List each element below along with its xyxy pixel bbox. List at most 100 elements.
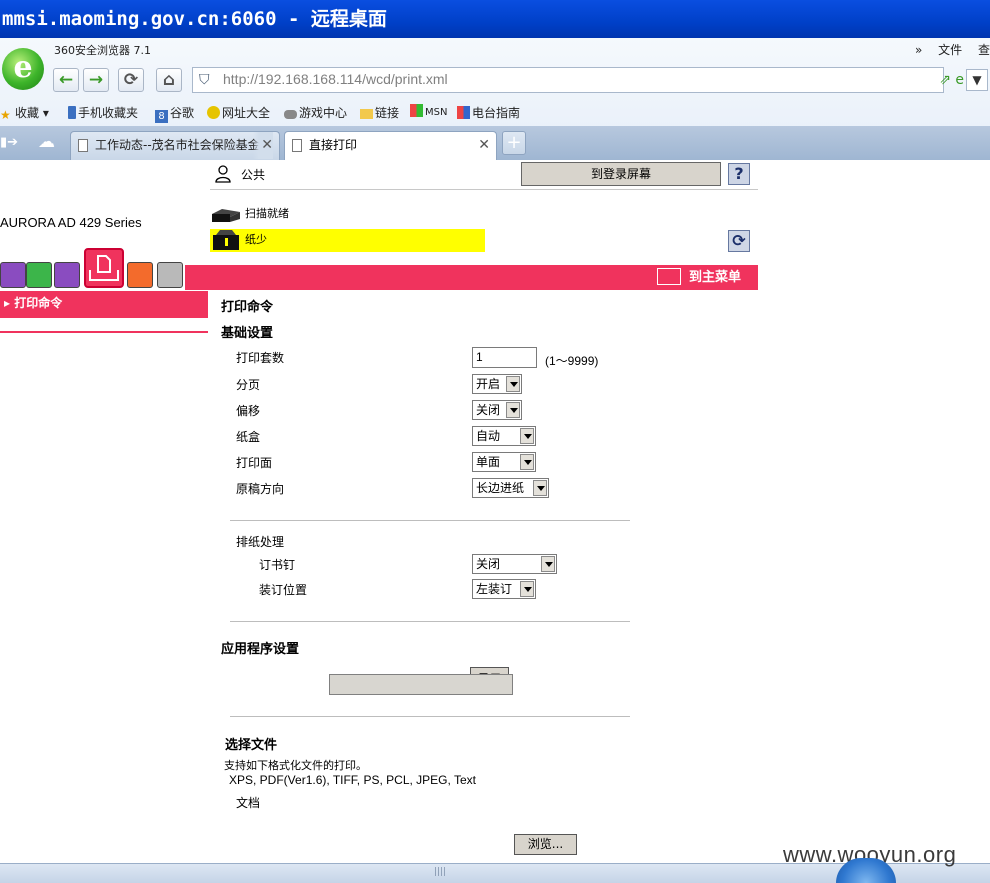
divider [210,189,758,190]
back-icon[interactable]: ← [53,68,79,92]
home-icon[interactable]: ⌂ [156,68,182,92]
help-button[interactable]: ? [728,163,750,185]
page-icon [78,139,88,152]
menu-icon [657,268,681,285]
bookmark-favorites[interactable]: ★ 收藏 ▾ [0,104,49,122]
address-url[interactable]: http://192.168.168.114/wcd/print.xml [223,71,448,87]
bookmark-radio[interactable]: 电台指南 [457,104,520,121]
printer-warning-icon [213,230,239,250]
google-icon: 8 [155,110,168,123]
star-icon: ★ [0,108,11,122]
close-icon[interactable]: ✕ [478,132,490,159]
remote-desktop-title: mmsi.maoming.gov.cn:6060 - 远程桌面 [0,0,990,38]
menu-file[interactable]: 文件 [938,43,962,57]
sidebar-divider [0,331,208,333]
app-settings-title: 应用程序设置 [221,642,300,657]
browser-logo-icon: e [2,48,44,90]
refresh-icon[interactable]: ⟳ [118,68,144,92]
shield-icon: ⛉ [199,72,210,88]
bookmark-games[interactable]: 游戏中心 [284,104,347,121]
bookmark-links[interactable]: 链接 [360,104,399,121]
folder-icon [360,109,373,119]
document-label: 文档 [236,796,261,810]
cloud-icon[interactable]: ☁ [38,132,55,152]
divider [230,520,630,521]
offset-label: 偏移 [236,404,261,418]
file-path-input[interactable] [329,674,513,695]
tab-direct-print[interactable]: 直接打印 ✕ [284,131,497,160]
collate-label: 分页 [236,378,261,392]
copies-input[interactable]: 1 [472,347,537,368]
page-content: 公共 到登录屏幕 ? AURORA AD 429 Series 扫描就绪 纸少 … [0,160,990,863]
copies-label: 打印套数 [236,351,285,365]
browse-button[interactable]: 浏览... [514,834,577,855]
offset-select[interactable]: 关闭 [472,400,522,420]
orientation-select[interactable]: 长边进纸 [472,478,549,498]
chevron-down-icon [520,581,534,597]
menu-view[interactable]: 查 [978,43,990,57]
browser-chrome: e 360安全浏览器 7.1 » 文件 查 ← → ⟳ ⌂ ⛉ http://1… [0,38,990,160]
sidebar-item-print-command[interactable]: ▸ 打印命令 [0,291,208,318]
orientation-label: 原稿方向 [236,482,285,496]
file-support-text: 支持如下格式化文件的打印。 [224,759,367,772]
binding-position-select[interactable]: 左装订 [472,579,536,599]
chevron-down-icon [520,454,534,470]
device-model: AURORA AD 429 Series [0,215,142,230]
user-label: 公共 [241,168,266,182]
gamepad-icon [284,110,297,119]
divider [230,621,630,622]
chevron-down-icon [533,480,547,496]
tray-label: 纸盒 [236,430,261,444]
user-icon [215,165,231,183]
bookmarks-bar: ★ 收藏 ▾ 手机收藏夹 8 谷歌 网址大全 游戏中心 链接 MSN 电台指南 [0,101,990,123]
new-tab-button[interactable]: + [502,131,526,155]
page-title: 打印命令 [221,300,274,315]
print-side-select[interactable]: 单面 [472,452,536,472]
basic-settings-title: 基础设置 [221,326,274,341]
staple-label: 订书钉 [259,558,296,572]
phone-icon [68,106,76,119]
fax-icon[interactable] [127,262,153,288]
forward-icon[interactable]: → [83,68,109,92]
staple-select[interactable]: 关闭 [472,554,557,574]
chevron-down-icon [520,428,534,444]
chevron-right-icon[interactable]: » [915,43,922,57]
chevron-down-icon [541,556,555,572]
collate-select[interactable]: 开启 [472,374,522,394]
cube-icon[interactable] [54,262,80,288]
file-formats: XPS, PDF(Ver1.6), TIFF, PS, PCL, JPEG, T… [229,773,476,787]
bookmark-google[interactable]: 8 谷歌 [155,104,194,123]
divider [230,716,630,717]
sidebar-toggle-icon[interactable]: ▮➔ [0,135,18,150]
select-file-title: 选择文件 [225,738,278,753]
close-icon[interactable]: ✕ [253,132,273,159]
bookmark-msn[interactable]: MSN [410,104,447,118]
resize-grip-icon[interactable]: |||| [434,867,446,877]
gear-icon[interactable] [157,262,183,288]
chevron-down-icon[interactable]: ▼ [966,69,988,91]
box-icon[interactable] [0,262,26,288]
tray-select[interactable]: 自动 [472,426,536,446]
share-icon[interactable]: ⇗ e [939,72,964,88]
refresh-status-button[interactable]: ⟳ [728,230,750,252]
chevron-down-icon [506,402,520,418]
login-screen-button[interactable]: 到登录屏幕 [521,162,721,186]
status-scan: 扫描就绪 [210,205,289,225]
print-icon[interactable] [84,248,124,288]
status-paper-low: 纸少 [210,229,485,252]
globe-icon [207,106,220,119]
bookmark-directory[interactable]: 网址大全 [207,104,270,121]
tab-work-news[interactable]: 工作动态--茂名市社会保险基金 ✕ [70,131,280,160]
chevron-down-icon [506,376,520,392]
document-icon[interactable] [26,262,52,288]
page-icon [292,139,302,152]
bookmark-mobile[interactable]: 手机收藏夹 [68,104,138,121]
address-bar[interactable]: ⛉ http://192.168.168.114/wcd/print.xml [192,67,944,93]
browser-menu: » 文件 查 [903,41,990,58]
windows-icon [410,104,423,117]
tab-bar: ▮➔ ☁ 工作动态--茂名市社会保险基金 ✕ 直接打印 ✕ + [0,126,990,160]
scanner-icon [212,209,240,222]
print-side-label: 打印面 [236,456,273,470]
copies-range: (1～9999) [545,354,599,368]
main-menu-link[interactable]: 到主菜单 [657,268,741,288]
